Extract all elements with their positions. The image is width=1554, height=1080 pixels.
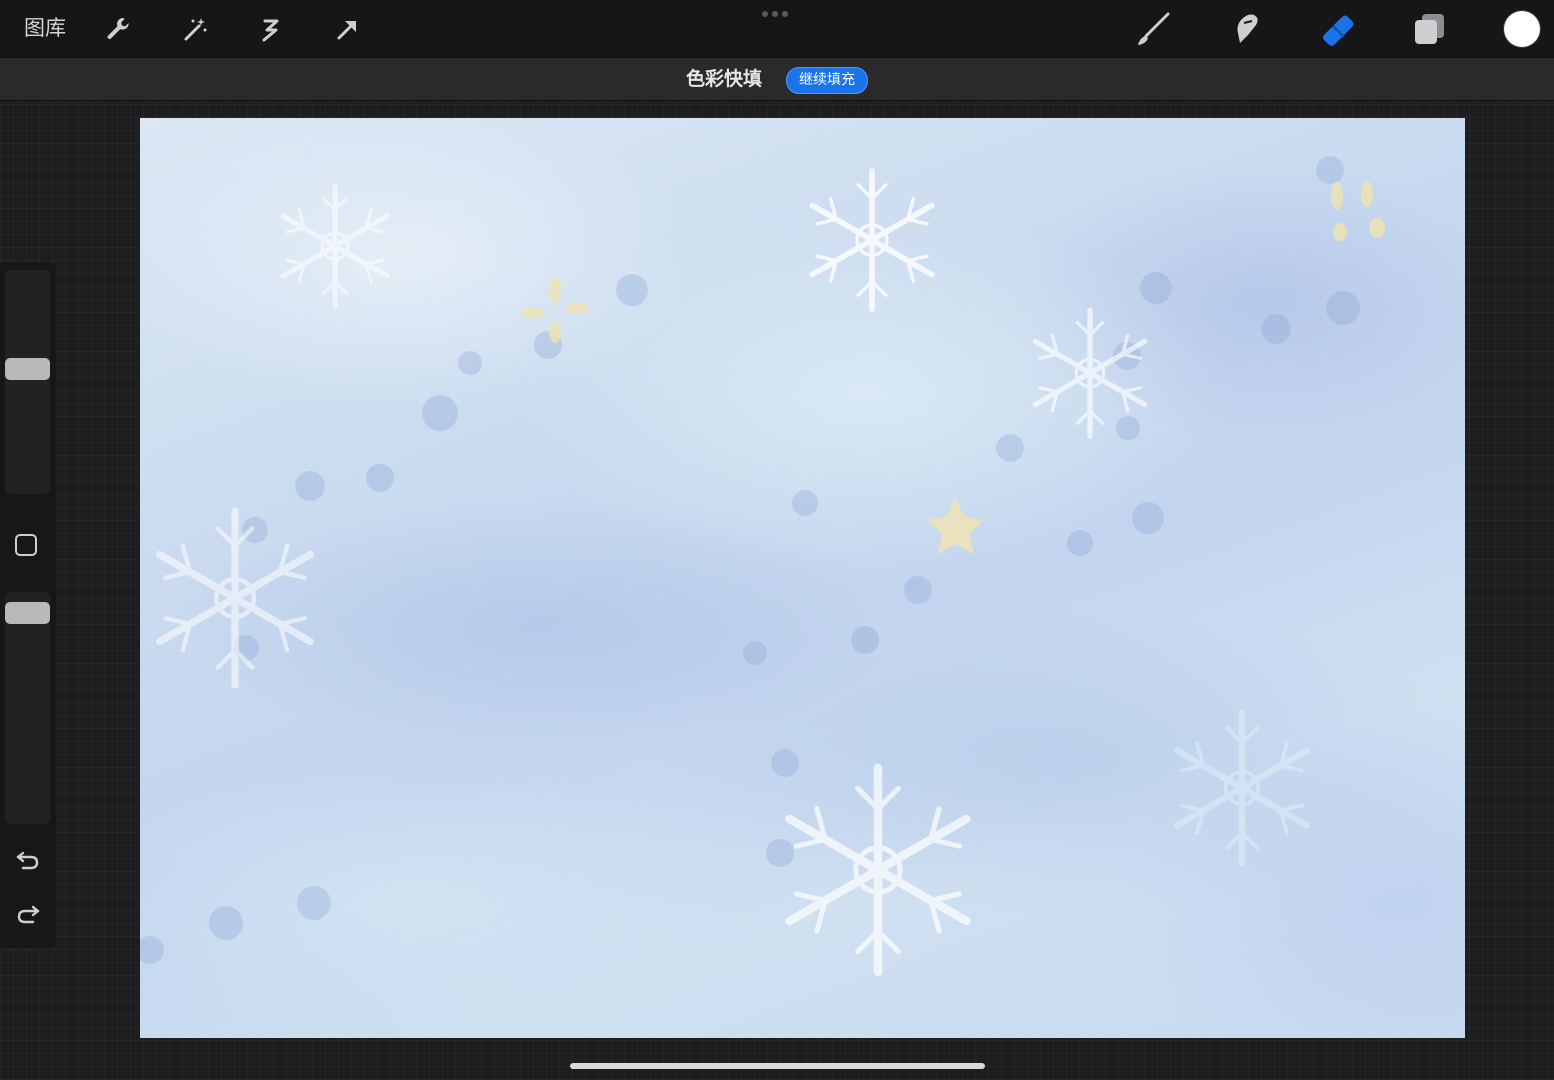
eraser-button[interactable] [1318, 9, 1358, 49]
procreate-app: 图库 色彩快填 继续填充 [0, 0, 1554, 1080]
left-sidebar [0, 262, 56, 948]
redo-icon[interactable] [14, 900, 42, 928]
top-toolbar: 图库 [0, 0, 1554, 57]
drawing-canvas[interactable] [140, 118, 1465, 1038]
brush-size-thumb[interactable] [5, 358, 50, 380]
actions-button[interactable] [98, 9, 138, 49]
wrench-icon [107, 18, 129, 39]
transform-arrow-icon [337, 21, 356, 40]
gallery-button[interactable]: 图库 [24, 14, 66, 42]
smudge-button[interactable] [1226, 9, 1266, 49]
magic-wand-icon [184, 18, 207, 41]
brush-icon [1138, 12, 1170, 45]
eraser-icon [1323, 15, 1354, 46]
opacity-slider[interactable] [5, 592, 50, 824]
continue-fill-button[interactable]: 继续填充 [786, 67, 868, 94]
undo-icon[interactable] [14, 846, 42, 874]
modify-button[interactable] [15, 534, 37, 556]
colordrop-title: 色彩快填 [686, 68, 763, 90]
brush-button[interactable] [1134, 9, 1174, 49]
canvas-artwork [140, 156, 1385, 1038]
colordrop-banner: 色彩快填 继续填充 [0, 57, 1554, 101]
selection-icon [262, 19, 279, 42]
layers-icon [1415, 14, 1444, 44]
layers-button[interactable] [1410, 9, 1450, 49]
selection-button[interactable] [250, 9, 290, 49]
transform-button[interactable] [327, 9, 367, 49]
brush-size-slider[interactable] [5, 270, 50, 494]
grabber-handle[interactable] [762, 11, 788, 17]
opacity-thumb[interactable] [5, 602, 50, 624]
adjustments-button[interactable] [175, 9, 215, 49]
home-indicator[interactable] [570, 1063, 985, 1069]
color-picker-swatch[interactable] [1504, 11, 1540, 47]
smudge-icon [1237, 14, 1258, 43]
